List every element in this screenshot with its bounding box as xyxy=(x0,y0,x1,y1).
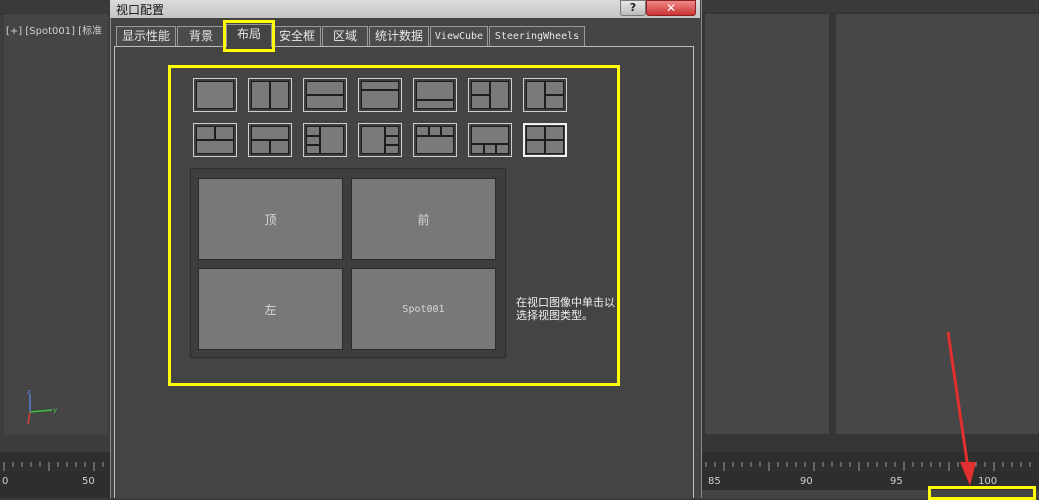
tab-display-performance[interactable]: 显示性能 xyxy=(116,26,176,46)
tab-viewcube[interactable]: ViewCube xyxy=(430,26,488,46)
tick-label: 90 xyxy=(800,476,813,487)
tick-label: 50 xyxy=(82,476,95,487)
tick-label: 95 xyxy=(890,476,903,487)
tab-safe-frames[interactable]: 安全框 xyxy=(273,26,321,46)
arrow-annotation-icon xyxy=(946,331,976,486)
tab-regions[interactable]: 区域 xyxy=(322,26,368,46)
svg-text:z: z xyxy=(27,388,31,396)
help-button[interactable]: ? xyxy=(620,0,646,16)
tab-background[interactable]: 背景 xyxy=(177,26,225,46)
close-button[interactable]: ✕ xyxy=(646,0,696,16)
tick-label: 0 xyxy=(2,476,9,487)
tick-label: 85 xyxy=(708,476,721,487)
svg-text:y: y xyxy=(53,406,57,414)
tab-steeringwheels[interactable]: SteeringWheels xyxy=(489,26,585,46)
highlight-annotation-layout-area xyxy=(168,65,620,386)
right-viewport-1[interactable] xyxy=(705,14,829,434)
axis-gizmo-icon: z y xyxy=(27,388,57,425)
viewport-label[interactable]: [+] [Spot001] [标准 xyxy=(6,22,102,37)
dialog-title: 视口配置 xyxy=(116,3,165,17)
left-viewport[interactable] xyxy=(4,14,108,434)
dialog-titlebar[interactable] xyxy=(110,0,700,18)
tab-statistics[interactable]: 统计数据 xyxy=(369,26,429,46)
